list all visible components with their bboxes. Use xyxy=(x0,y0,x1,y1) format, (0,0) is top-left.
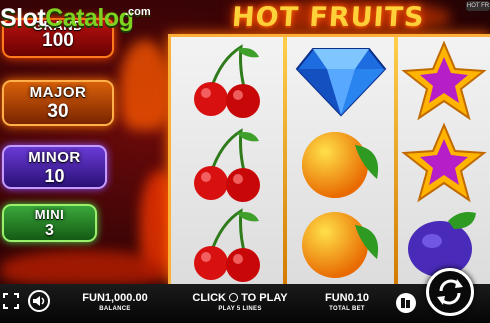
balance-display: FUN1,000.00 BALANCE xyxy=(78,292,152,312)
jackpot-label: MINOR xyxy=(28,149,81,166)
reel-3 xyxy=(398,37,490,287)
reel-2 xyxy=(287,37,394,287)
spin-arrows-icon xyxy=(437,279,463,305)
flame-decoration xyxy=(0,250,170,285)
watermark-catalog: Catalog xyxy=(45,4,134,32)
play-prompt-text: CLICK TO PLAY xyxy=(192,292,288,304)
star-icon xyxy=(401,41,487,121)
game-stage: SlotCatalog .com HOT FRUITS HOT FR GRAND … xyxy=(0,0,490,323)
orange-icon xyxy=(302,212,379,278)
fullscreen-icon[interactable] xyxy=(2,292,20,310)
site-watermark-logo: SlotCatalog .com xyxy=(0,4,151,38)
cherry-icon xyxy=(194,208,260,282)
jackpot-minor: MINOR 10 xyxy=(2,145,107,189)
speaker-icon[interactable] xyxy=(28,290,50,312)
balance-value: FUN1,000.00 xyxy=(82,292,148,304)
total-bet-display[interactable]: FUN0.10 TOTAL BET xyxy=(318,292,376,312)
jackpot-value: 3 xyxy=(45,222,54,239)
balance-label: BALANCE xyxy=(99,306,131,312)
bet-label: TOTAL BET xyxy=(329,306,365,312)
game-title: HOT FRUITS xyxy=(230,2,426,33)
watermark-slot: Slot xyxy=(0,4,46,32)
reel-1 xyxy=(171,37,283,287)
coin-stack-icon[interactable] xyxy=(396,293,416,313)
jackpot-label: MINI xyxy=(34,207,65,222)
cherry-icon xyxy=(194,128,260,202)
diamond-icon xyxy=(295,48,387,117)
bottom-control-bar: FUN1,000.00 BALANCE CLICK TO PLAY PLAY 5… xyxy=(0,284,490,323)
jackpot-value: 10 xyxy=(44,166,65,186)
jackpot-label: MAJOR xyxy=(29,84,87,101)
reel-area xyxy=(168,34,490,287)
lines-label: PLAY 5 LINES xyxy=(218,306,262,312)
jackpot-mini: MINI 3 xyxy=(2,204,97,242)
star-icon xyxy=(401,123,487,203)
spin-button[interactable] xyxy=(426,268,474,316)
jackpot-value: 30 xyxy=(47,101,69,122)
play-prompt: CLICK TO PLAY PLAY 5 LINES xyxy=(190,292,290,312)
corner-tag: HOT FR xyxy=(466,1,490,11)
jackpot-major: MAJOR 30 xyxy=(2,80,114,126)
watermark-com: .com xyxy=(125,6,151,18)
flame-decoration xyxy=(120,40,170,130)
orange-icon xyxy=(302,132,379,198)
spin-small-icon xyxy=(229,293,239,302)
bet-value: FUN0.10 xyxy=(324,292,370,304)
cherry-icon xyxy=(194,44,260,118)
